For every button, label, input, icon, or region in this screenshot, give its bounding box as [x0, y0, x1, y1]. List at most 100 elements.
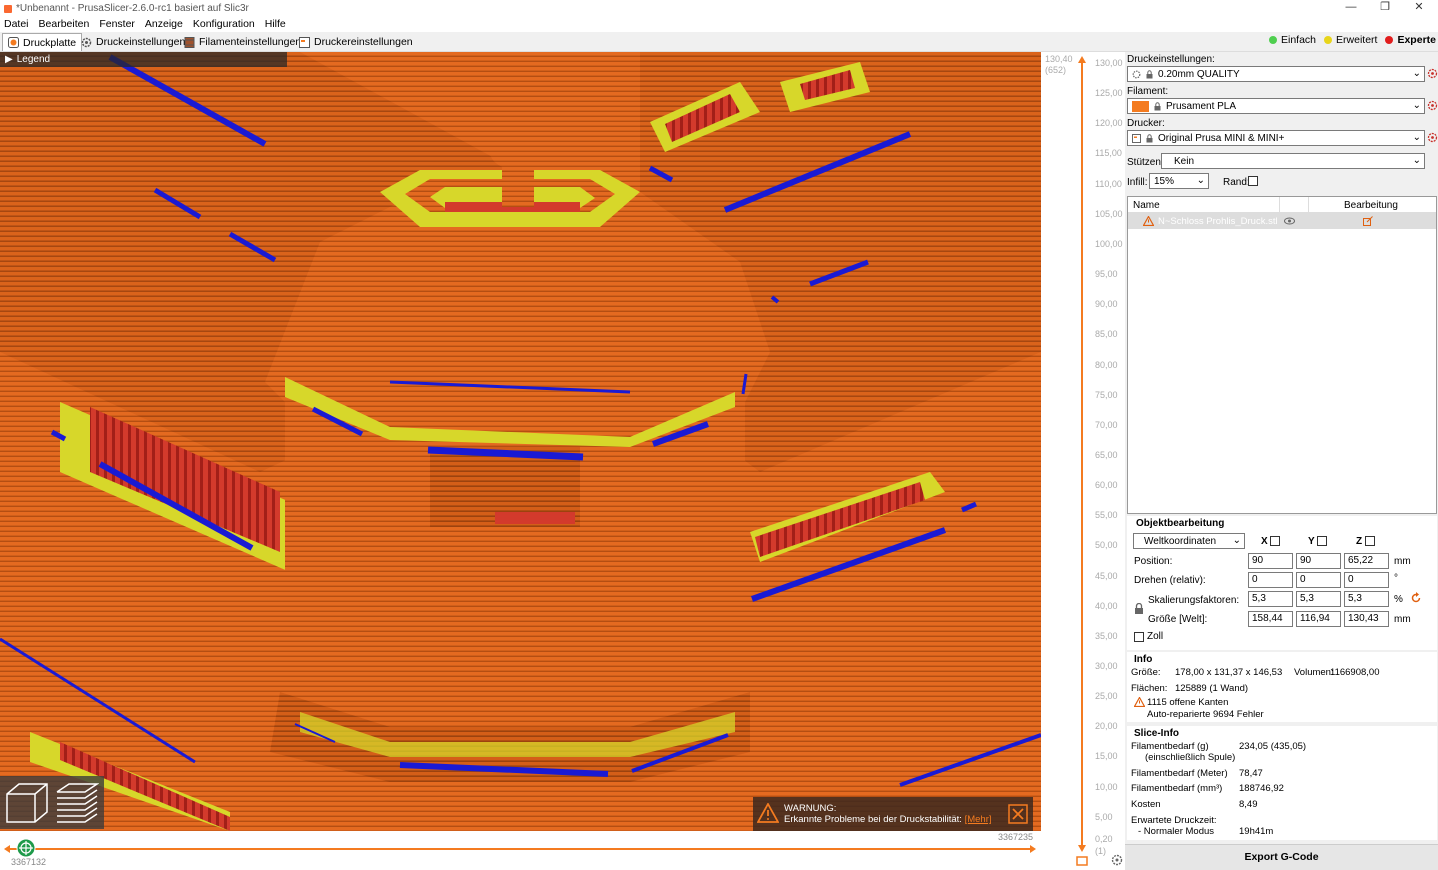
mode-erweitert[interactable]: Erweitert [1324, 34, 1377, 46]
position-z-input[interactable]: 65,22 [1344, 553, 1389, 569]
chevron-down-icon: ⌄ [1196, 175, 1205, 186]
size-z-input[interactable]: 130,43 [1344, 611, 1389, 627]
close-button[interactable]: ✕ [1402, 0, 1436, 17]
supports-combo[interactable]: Kein ⌄ [1161, 153, 1425, 169]
drop-to-bed-icon[interactable] [1365, 536, 1375, 546]
axis-y-label: Y [1308, 536, 1315, 547]
filament-g-label: Filamentbedarf (g) [1131, 741, 1209, 752]
warning-icon [1134, 697, 1145, 707]
rotate-y-input[interactable]: 0 [1296, 572, 1341, 588]
h-slider-track[interactable] [0, 831, 1041, 870]
filament-g-sublabel: (einschließlich Spule) [1145, 752, 1236, 763]
info-panel: Info Größe: 178,00 x 131,37 x 146,53 Vol… [1127, 652, 1437, 722]
red-dot-icon [1385, 36, 1394, 44]
3d-view-icon[interactable] [5, 782, 49, 824]
v-slider-tick: 15,00 [1095, 751, 1118, 762]
size-y-input[interactable]: 116,94 [1296, 611, 1341, 627]
v-slider-tick: 25,00 [1095, 691, 1118, 702]
position-x-input[interactable]: 90 [1248, 553, 1293, 569]
rotate-x-input[interactable]: 0 [1248, 572, 1293, 588]
mode-experte[interactable]: Experte [1385, 34, 1436, 46]
close-icon[interactable] [1008, 804, 1028, 824]
v-slider-tick: 100,00 [1095, 238, 1123, 249]
lock-icon[interactable] [1134, 603, 1144, 615]
scale-x-input[interactable]: 5,3 [1248, 591, 1293, 607]
rotate-z-input[interactable]: 0 [1344, 572, 1389, 588]
v-slider-tick: 130,00 [1095, 58, 1123, 68]
maximize-button[interactable]: ❐ [1368, 0, 1402, 17]
printer-combo[interactable]: Original Prusa MINI & MINI+ ⌄ [1127, 130, 1425, 146]
legend-toggle[interactable]: ▶ Legend [0, 52, 287, 67]
scale-y-input[interactable]: 5,3 [1296, 591, 1341, 607]
print-settings-combo[interactable]: 0.20mm QUALITY ⌄ [1127, 66, 1425, 82]
size-x-input[interactable]: 158,44 [1248, 611, 1293, 627]
menu-anzeige[interactable]: Anzeige [145, 17, 183, 32]
drop-to-bed-icon[interactable] [1317, 536, 1327, 546]
v-slider-tick: 45,00 [1095, 570, 1118, 581]
v-slider-tick: 40,00 [1095, 600, 1118, 611]
yellow-dot-icon [1324, 36, 1333, 44]
position-unit: mm [1394, 556, 1411, 567]
menu-bearbeiten[interactable]: Bearbeiten [39, 17, 90, 32]
info-size-value: 178,00 x 131,37 x 146,53 [1175, 667, 1283, 678]
axis-x-label: X [1261, 536, 1268, 547]
menu-fenster[interactable]: Fenster [99, 17, 135, 32]
cog-icon[interactable] [1427, 132, 1438, 143]
position-label: Position: [1134, 556, 1173, 567]
v-slider-tick: 125,00 [1095, 88, 1123, 99]
minimize-button[interactable]: — [1334, 0, 1368, 17]
v-slider-tick: 115,00 [1095, 148, 1122, 159]
h-slider-right-value: 3367235 [998, 832, 1034, 842]
col-edit[interactable]: Bearbeitung [1344, 200, 1398, 211]
cost-value: 8,49 [1239, 799, 1258, 810]
tab-druckeinstellungen[interactable]: Druckeinstellungen [76, 33, 190, 51]
v-slider-tick: 35,00 [1095, 630, 1118, 641]
inch-checkbox[interactable] [1134, 632, 1144, 642]
object-row[interactable]: N~Schloss Prohlis_Druck.stl [1128, 213, 1436, 229]
menu-hilfe[interactable]: Hilfe [265, 17, 286, 32]
h-slider-left-value: 3367132 [11, 857, 47, 867]
legend-label: Legend [16, 54, 51, 65]
warning-notification: WARNUNG: Erkannte Probleme bei der Druck… [753, 797, 1033, 831]
brim-label: Rand: [1223, 177, 1250, 188]
menu-konfiguration[interactable]: Konfiguration [193, 17, 255, 32]
export-gcode-button[interactable]: Export G-Code [1125, 844, 1438, 870]
edit-icon[interactable] [1363, 216, 1373, 226]
tab-druckplatte[interactable]: Druckplatte [2, 33, 83, 51]
menu-datei[interactable]: Datei [4, 17, 29, 32]
filament-combo[interactable]: Prusament PLA ⌄ [1127, 98, 1425, 114]
printer-value: Original Prusa MINI & MINI+ [1158, 132, 1285, 144]
cog-icon[interactable] [1427, 68, 1438, 79]
v-slider-tick: 105,00 [1095, 208, 1123, 219]
cost-label: Kosten [1131, 799, 1161, 810]
warning-more-link[interactable]: [Mehr] [965, 814, 992, 825]
mode-label: Einfach [1281, 34, 1317, 46]
brim-checkbox[interactable] [1248, 176, 1258, 186]
title-bar: *Unbenannt - PrusaSlicer-2.6.0-rc1 basie… [0, 0, 1438, 17]
infill-combo[interactable]: 15% ⌄ [1149, 173, 1209, 189]
cog-icon[interactable] [1111, 854, 1123, 866]
coordinate-system-combo[interactable]: Weltkoordinaten ⌄ [1133, 533, 1245, 549]
position-y-input[interactable]: 90 [1296, 553, 1341, 569]
lock-icon [1146, 69, 1153, 78]
info-auto-repaired: Auto-reparierte 9694 Fehler [1147, 709, 1264, 720]
reset-scale-icon[interactable] [1410, 592, 1422, 604]
mode-einfach[interactable]: Einfach [1269, 34, 1316, 46]
slice-info-panel: Slice-Info Filamentbedarf (g) (einschlie… [1127, 726, 1437, 840]
filament-value: Prusament PLA [1166, 100, 1237, 112]
layers-view-icon[interactable] [55, 782, 99, 824]
v-slider-track[interactable] [1067, 52, 1097, 870]
window-title-text: *Unbenannt - PrusaSlicer-2.6.0-rc1 basie… [16, 3, 249, 14]
col-name[interactable]: Name [1133, 200, 1160, 211]
tab-filamenteinstellungen[interactable]: Filamenteinstellungen [179, 33, 306, 51]
v-slider-bottom-layer: (1) [1095, 846, 1106, 856]
axis-z-label: Z [1356, 536, 1363, 547]
drop-to-bed-icon[interactable] [1270, 536, 1280, 546]
tab-druckereinstellungen[interactable]: Druckereinstellungen [294, 33, 418, 51]
scale-z-input[interactable]: 5,3 [1344, 591, 1389, 607]
cog-icon[interactable] [1427, 100, 1438, 111]
eye-icon[interactable] [1284, 217, 1295, 225]
3d-preview-canvas[interactable]: ▶ Legend WARNUNG: Erkannte Probleme bei … [0, 52, 1041, 831]
menu-bar: Datei Bearbeiten Fenster Anzeige Konfigu… [0, 17, 1438, 32]
filament-label: Filament: [1127, 86, 1169, 97]
